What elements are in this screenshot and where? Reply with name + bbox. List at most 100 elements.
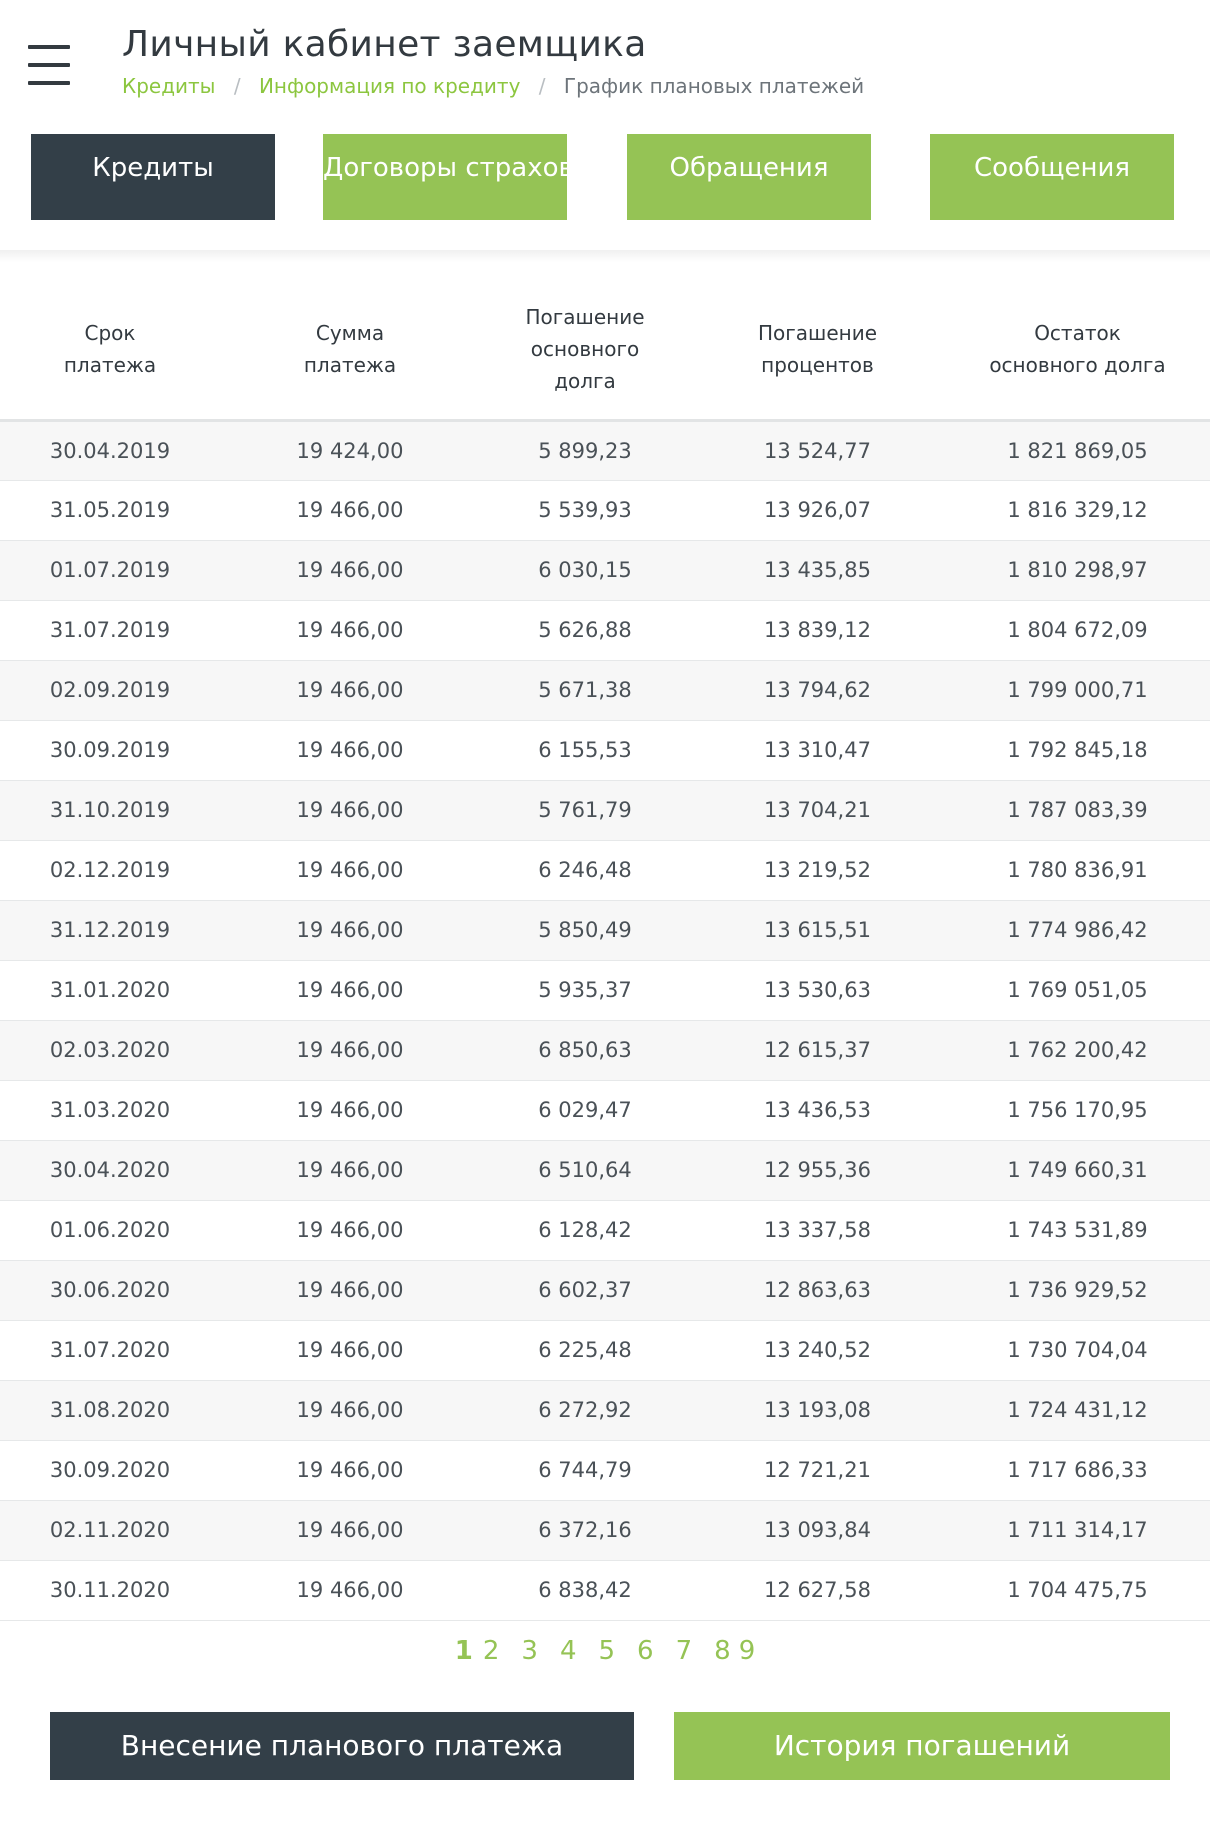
breadcrumb-item-credit-info[interactable]: Информация по кредиту [259, 74, 520, 98]
page-link-5[interactable]: 5 [599, 1636, 616, 1666]
table-row: 31.10.2019 19 466,00 5 761,79 13 704,21 1 78… [0, 780, 1210, 841]
table-cell: 5 850,49 [480, 900, 690, 961]
table-cell: 1 717 686,33 [945, 1440, 1210, 1501]
table-row: 31.07.2019 19 466,00 5 626,88 13 839,12 1 80… [0, 600, 1210, 661]
payment-schedule-table: Срок платежа Сумма платежа Погашение осн… [0, 280, 1210, 1621]
table-cell: 13 524,77 [690, 420, 945, 481]
tab-requests[interactable]: Обращения [627, 134, 871, 220]
table-row: 01.06.2020 19 466,00 6 128,42 13 337,58 1 74… [0, 1200, 1210, 1261]
table-cell: 1 799 000,71 [945, 660, 1210, 721]
table-cell: 13 337,58 [690, 1200, 945, 1261]
breadcrumb-separator: / [538, 74, 546, 98]
table-cell: 19 466,00 [220, 1020, 480, 1081]
table-row: 02.11.2020 19 466,00 6 372,16 13 093,84 1 71… [0, 1500, 1210, 1561]
table-cell: 02.12.2019 [0, 840, 220, 901]
table-cell: 12 863,63 [690, 1260, 945, 1321]
table-row: 30.09.2019 19 466,00 6 155,53 13 310,47 1 79… [0, 720, 1210, 781]
table-cell: 1 780 836,91 [945, 840, 1210, 901]
table-row: 01.07.2019 19 466,00 6 030,15 13 435,85 1 81… [0, 540, 1210, 601]
column-header-label: Погашение основного долга [525, 305, 645, 394]
table-row: 31.03.2020 19 466,00 6 029,47 13 436,53 1 75… [0, 1080, 1210, 1141]
table-cell: 19 466,00 [220, 1080, 480, 1141]
page-link-3[interactable]: 3 [521, 1636, 538, 1666]
table-cell: 19 466,00 [220, 780, 480, 841]
table-cell: 5 935,37 [480, 960, 690, 1021]
scheduled-payment-button[interactable]: Внесение планового платежа [50, 1712, 634, 1780]
payment-schedule-table-wrap: Срок платежа Сумма платежа Погашение осн… [0, 280, 1210, 1621]
table-cell: 19 466,00 [220, 900, 480, 961]
table-cell: 19 466,00 [220, 1380, 480, 1441]
repayment-history-button[interactable]: История погашений [674, 1712, 1170, 1780]
table-cell: 01.07.2019 [0, 540, 220, 601]
table-cell: 31.05.2019 [0, 480, 220, 541]
table-cell: 31.01.2020 [0, 960, 220, 1021]
main-tabs: Кредиты Договоры страхования Обращения С… [0, 134, 1210, 224]
table-row: 31.08.2020 19 466,00 6 272,92 13 193,08 1 72… [0, 1380, 1210, 1441]
table-cell: 19 424,00 [220, 420, 480, 481]
table-cell: 5 626,88 [480, 600, 690, 661]
page-link-9[interactable]: 9 [739, 1636, 756, 1666]
table-cell: 19 466,00 [220, 1500, 480, 1561]
page-link-6[interactable]: 6 [637, 1636, 654, 1666]
table-cell: 6 838,42 [480, 1560, 690, 1621]
table-cell: 6 155,53 [480, 720, 690, 781]
page-link-7[interactable]: 7 [676, 1636, 693, 1666]
table-cell: 19 466,00 [220, 1320, 480, 1381]
table-cell: 6 030,15 [480, 540, 690, 601]
pagination: 123456789 [0, 1636, 1210, 1666]
page-link-4[interactable]: 4 [560, 1636, 577, 1666]
table-cell: 30.11.2020 [0, 1560, 220, 1621]
table-cell: 31.07.2020 [0, 1320, 220, 1381]
table-cell: 13 615,51 [690, 900, 945, 961]
header: Личный кабинет заемщика Кредиты / Информ… [0, 0, 1210, 250]
table-cell: 12 955,36 [690, 1140, 945, 1201]
table-cell: 12 721,21 [690, 1440, 945, 1501]
table-cell: 02.03.2020 [0, 1020, 220, 1081]
column-header-label: Сумма платежа [303, 321, 397, 378]
table-cell: 19 466,00 [220, 720, 480, 781]
table-cell: 5 671,38 [480, 660, 690, 721]
table-cell: 19 466,00 [220, 1260, 480, 1321]
column-header-interest-repayment: Погашение процентов [690, 280, 945, 422]
table-row: 31.12.2019 19 466,00 5 850,49 13 615,51 1 77… [0, 900, 1210, 961]
table-row: 30.09.2020 19 466,00 6 744,79 12 721,21 1 71… [0, 1440, 1210, 1501]
table-cell: 30.09.2019 [0, 720, 220, 781]
table-cell: 02.09.2019 [0, 660, 220, 721]
menu-icon[interactable] [28, 45, 72, 85]
column-header-label: Срок платежа [63, 321, 157, 378]
column-header-payment-amount: Сумма платежа [220, 280, 480, 422]
table-row: 30.04.2019 19 424,00 5 899,23 13 524,77 1 82… [0, 420, 1210, 481]
page-link-1[interactable]: 1 [455, 1636, 473, 1666]
table-cell: 13 219,52 [690, 840, 945, 901]
column-header-label: Погашение процентов [757, 321, 878, 378]
table-cell: 13 530,63 [690, 960, 945, 1021]
page-link-2[interactable]: 2 [483, 1636, 500, 1666]
tab-insurance-contracts[interactable]: Договоры страхования [323, 134, 567, 220]
table-row: 02.12.2019 19 466,00 6 246,48 13 219,52 1 78… [0, 840, 1210, 901]
column-header-principal-repayment: Погашение основного долга [480, 280, 690, 422]
table-row: 30.11.2020 19 466,00 6 838,42 12 627,58 1 70… [0, 1560, 1210, 1621]
table-cell: 13 839,12 [690, 600, 945, 661]
table-cell: 31.12.2019 [0, 900, 220, 961]
table-cell: 13 240,52 [690, 1320, 945, 1381]
column-header-due-date: Срок платежа [0, 280, 220, 422]
table-cell: 1 810 298,97 [945, 540, 1210, 601]
table-cell: 19 466,00 [220, 1140, 480, 1201]
page-link-8[interactable]: 8 [714, 1636, 731, 1666]
table-cell: 30.06.2020 [0, 1260, 220, 1321]
table-cell: 13 926,07 [690, 480, 945, 541]
table-cell: 1 821 869,05 [945, 420, 1210, 481]
tab-credits[interactable]: Кредиты [31, 134, 275, 220]
table-cell: 1 724 431,12 [945, 1380, 1210, 1441]
table-cell: 6 744,79 [480, 1440, 690, 1501]
table-cell: 1 756 170,95 [945, 1080, 1210, 1141]
table-cell: 30.04.2020 [0, 1140, 220, 1201]
table-cell: 1 804 672,09 [945, 600, 1210, 661]
tab-messages[interactable]: Сообщения [930, 134, 1174, 220]
page-title: Личный кабинет заемщика [122, 24, 647, 65]
breadcrumb-item-current: График плановых платежей [563, 74, 865, 98]
table-cell: 19 466,00 [220, 1440, 480, 1501]
table-cell: 30.04.2019 [0, 420, 220, 481]
header-divider [0, 250, 1210, 262]
breadcrumb-item-credits[interactable]: Кредиты [122, 74, 215, 98]
